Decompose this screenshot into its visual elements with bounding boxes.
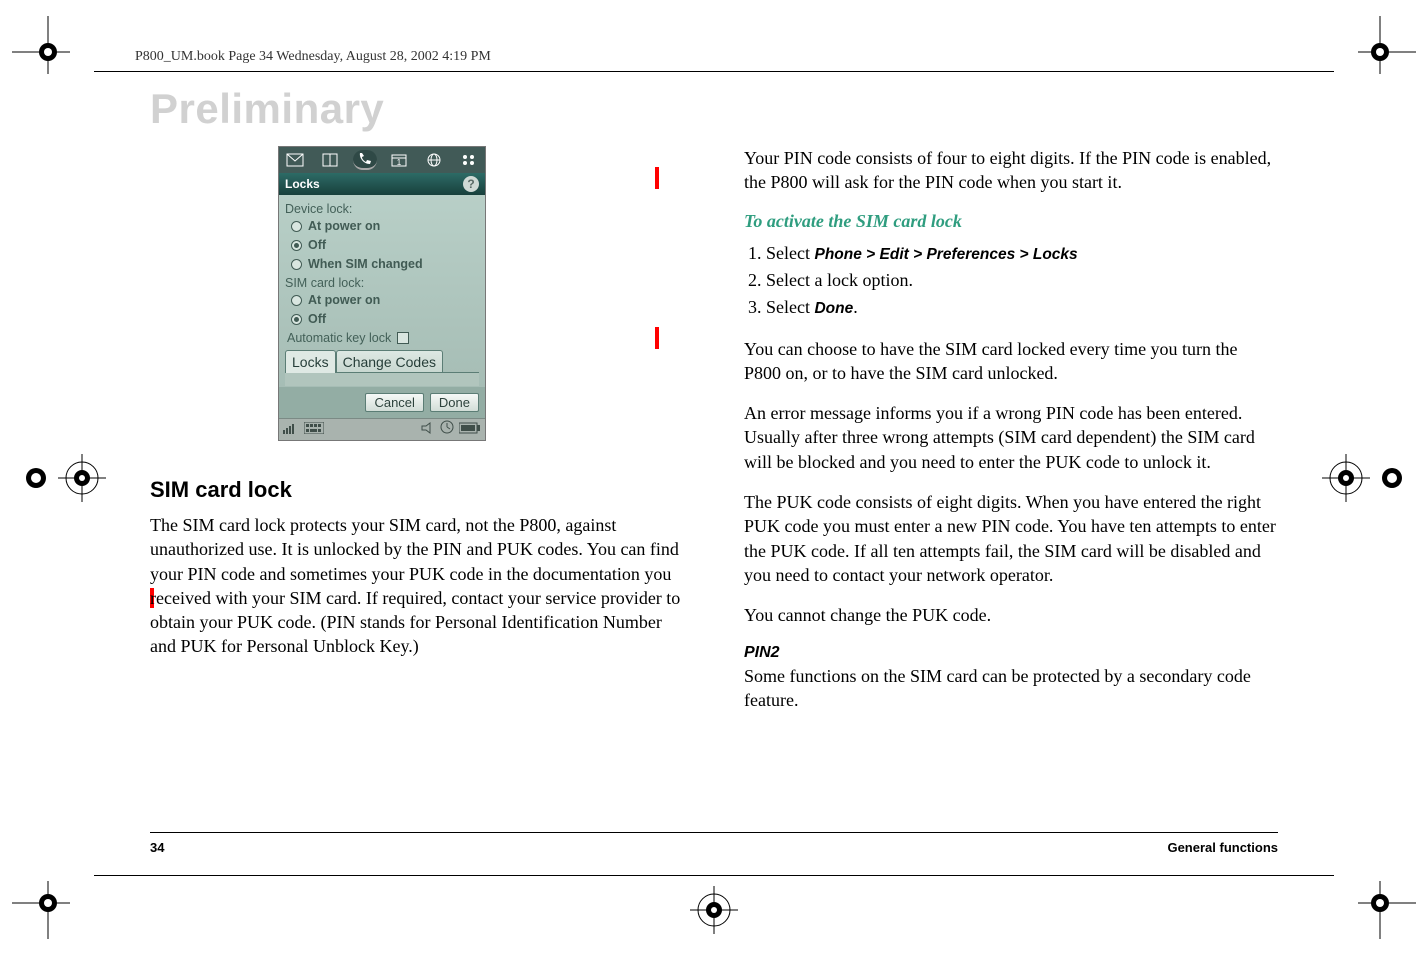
radio-icon: [291, 259, 302, 270]
status-bar: [279, 418, 485, 440]
section-sim-card-lock: SIM card lock: [150, 477, 684, 503]
crop-mark-bottom-right: [1362, 885, 1398, 921]
pin2-heading: PIN2: [744, 644, 1278, 662]
apps-icon: [457, 150, 481, 170]
header-rule: [94, 71, 1334, 72]
signal-icon: [283, 421, 299, 439]
register-mark-bottom-center: [690, 886, 738, 939]
para-cannot-change-puk: You cannot change the PUK code.: [744, 603, 1278, 627]
radio-label: When SIM changed: [308, 257, 423, 271]
para-choose-lock: You can choose to have the SIM card lock…: [744, 337, 1278, 386]
radio-device-when-sim-changed: When SIM changed: [291, 257, 479, 271]
contacts-icon: [318, 150, 342, 170]
page-number: 34: [150, 840, 164, 855]
done-button: Done: [430, 393, 479, 412]
left-column: 1 Locks ? Device lock: At power on Off W…: [150, 146, 684, 815]
clock-icon: [440, 420, 454, 439]
radio-label: Off: [308, 312, 326, 326]
ui-string: Phone > Edit > Preferences > Locks: [814, 246, 1077, 263]
ui-string: Done: [814, 300, 853, 317]
radio-label: At power on: [308, 219, 380, 233]
register-mark-right: [1322, 454, 1404, 502]
activate-steps: Select Phone > Edit > Preferences > Lock…: [744, 240, 1278, 321]
footer-label: General functions: [1167, 840, 1278, 855]
footer-rule: [150, 832, 1278, 833]
step-text: Select: [766, 243, 814, 263]
phone-app-bar: 1: [279, 147, 485, 173]
crop-mark-top-left: [30, 34, 66, 70]
step-1: Select Phone > Edit > Preferences > Lock…: [766, 240, 1278, 267]
keyboard-icon: [304, 421, 324, 439]
radio-label: At power on: [308, 293, 380, 307]
cancel-button: Cancel: [365, 393, 423, 412]
mail-icon: [283, 150, 307, 170]
calendar-icon: 1: [387, 150, 411, 170]
svg-text:1: 1: [397, 158, 402, 167]
running-header: P800_UM.book Page 34 Wednesday, August 2…: [135, 49, 491, 65]
device-lock-label: Device lock:: [285, 202, 479, 216]
button-bar: Cancel Done: [279, 387, 485, 418]
radio-device-at-power-on: At power on: [291, 219, 479, 233]
tab-change-codes: Change Codes: [336, 350, 443, 373]
para-pin2: Some functions on the SIM card can be pr…: [744, 664, 1278, 713]
tabs: Locks Change Codes: [285, 350, 479, 373]
auto-keylock-label: Automatic key lock: [287, 331, 391, 345]
crop-mark-top-right: [1362, 34, 1398, 70]
radio-device-off: Off: [291, 238, 479, 252]
radio-sim-at-power-on: At power on: [291, 293, 479, 307]
footer-bottom-rule: [94, 875, 1334, 876]
para-puk: The PUK code consists of eight digits. W…: [744, 490, 1278, 587]
activate-heading: To activate the SIM card lock: [744, 211, 1278, 232]
auto-keylock-row: Automatic key lock: [287, 331, 479, 345]
radio-sim-off: Off: [291, 312, 479, 326]
radio-icon: [291, 221, 302, 232]
sim-lock-label: SIM card lock:: [285, 276, 479, 290]
step-text: Select: [766, 297, 814, 317]
preliminary-watermark: Preliminary: [150, 85, 384, 133]
radio-icon-selected: [291, 240, 302, 251]
phone-title: Locks: [285, 177, 320, 191]
step-text: .: [853, 297, 858, 317]
right-column: Your PIN code consists of four to eight …: [744, 146, 1278, 815]
help-icon: ?: [463, 176, 479, 192]
radio-icon-selected: [291, 314, 302, 325]
para-pin-intro: Your PIN code consists of four to eight …: [744, 146, 1278, 195]
phone-titlebar: Locks ?: [279, 173, 485, 195]
register-mark-left: [24, 454, 106, 502]
step-2: Select a lock option.: [766, 267, 1278, 294]
radio-label: Off: [308, 238, 326, 252]
browser-icon: [422, 150, 446, 170]
checkbox-icon: [397, 332, 409, 344]
phone-icon: [353, 150, 377, 170]
tab-underline: [285, 372, 479, 386]
radio-icon: [291, 295, 302, 306]
phone-body: Device lock: At power on Off When SIM ch…: [279, 195, 485, 387]
para-sim-lock-intro: The SIM card lock protects your SIM card…: [150, 513, 684, 659]
speaker-icon: [421, 421, 435, 439]
tab-locks: Locks: [285, 350, 336, 373]
step-3: Select Done.: [766, 294, 1278, 321]
battery-icon: [459, 421, 481, 439]
crop-mark-bottom-left: [30, 885, 66, 921]
para-wrong-pin: An error message informs you if a wrong …: [744, 401, 1278, 474]
phone-screenshot: 1 Locks ? Device lock: At power on Off W…: [278, 146, 486, 441]
